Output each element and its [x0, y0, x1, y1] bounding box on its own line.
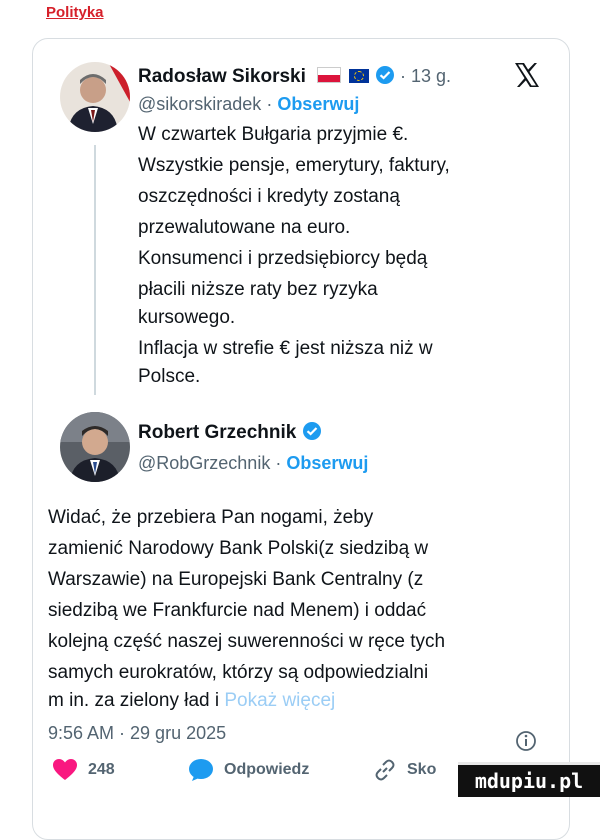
post1-line: W czwartek Bułgaria przyjmie €.	[138, 124, 409, 145]
post1-header: Radosław Sikorski · 13 g.	[138, 63, 451, 90]
section-header[interactable]: Polityka	[46, 4, 104, 21]
post2-line-text: m in. za zielony ład i	[48, 690, 225, 711]
post1-line: płacili niższe raty bez ryzyka	[138, 279, 378, 300]
verified-badge-icon	[375, 66, 394, 84]
copy-link-button[interactable]: Sko	[373, 758, 436, 782]
post2-handle-row: @RobGrzechnik · Obserwuj	[138, 450, 368, 477]
like-count: 248	[88, 761, 115, 778]
like-button[interactable]: 248	[52, 758, 115, 782]
eu-flag-icon	[349, 69, 370, 83]
post1-line: Wszystkie pensje, emerytury, faktury,	[138, 155, 450, 176]
author-handle[interactable]: @RobGrzechnik	[138, 453, 270, 473]
verified-badge-icon	[302, 422, 321, 440]
post1-line: oszczędności i kredyty zostaną	[138, 186, 400, 207]
post2-header: Robert Grzechnik	[138, 420, 322, 446]
follow-button[interactable]: Obserwuj	[277, 94, 359, 114]
separator: ·	[270, 453, 287, 473]
reply-bubble-icon	[189, 759, 213, 781]
post1-line: przewalutowane na euro.	[138, 217, 351, 238]
author-name[interactable]: Radosław Sikorski	[138, 66, 306, 87]
copy-label: Sko	[407, 761, 437, 778]
post2-line: zamienić Narodowy Bank Polski(z siedzibą…	[48, 538, 429, 559]
heart-icon	[53, 759, 77, 780]
avatar-photo	[60, 62, 130, 132]
author-handle[interactable]: @sikorskiradek	[138, 94, 261, 114]
poland-flag-icon	[317, 67, 342, 83]
avatar-grzechnik[interactable]	[60, 412, 130, 482]
post2-last-line: m in. za zielony ład i Pokaż więcej	[48, 688, 335, 714]
x-logo-icon[interactable]	[512, 60, 542, 90]
separator: ·	[261, 94, 278, 114]
follow-button[interactable]: Obserwuj	[286, 453, 368, 473]
post1-line: Konsumenci i przedsiębiorcy będą	[138, 248, 428, 269]
reply-button[interactable]: Odpowiedz	[188, 758, 309, 782]
avatar-sikorski[interactable]	[60, 62, 130, 132]
post2-line: Warszawie) na Europejski Bank Centralny …	[48, 569, 424, 590]
post2-line: Widać, że przebiera Pan nogami, żeby	[48, 507, 374, 528]
site-watermark: mdupiu.pl	[458, 762, 600, 797]
post2-line: kolejną część naszej suwerenności w ręce…	[48, 631, 446, 652]
post1-line: kursowego.	[138, 307, 236, 328]
reply-label: Odpowiedz	[224, 761, 310, 778]
post-time[interactable]: · 13 g.	[400, 66, 451, 86]
post2-line: samych eurokratów, którzy są odpowiedzia…	[48, 662, 429, 683]
post1-line: Polsce.	[138, 366, 201, 387]
thread-connector	[94, 145, 96, 395]
info-icon[interactable]	[515, 730, 537, 752]
post1-handle-row: @sikorskiradek · Obserwuj	[138, 91, 359, 118]
show-more-link[interactable]: Pokaż więcej	[224, 690, 335, 711]
post2-line: siedzibą we Frankfurcie nad Menem) i odd…	[48, 600, 427, 621]
post1-line: Inflacja w strefie € jest niższa niż w	[138, 338, 433, 359]
link-icon	[375, 759, 395, 781]
avatar-photo	[60, 412, 130, 482]
author-name[interactable]: Robert Grzechnik	[138, 422, 296, 443]
post-timestamp[interactable]: 9:56 AM · 29 gru 2025	[48, 720, 226, 746]
